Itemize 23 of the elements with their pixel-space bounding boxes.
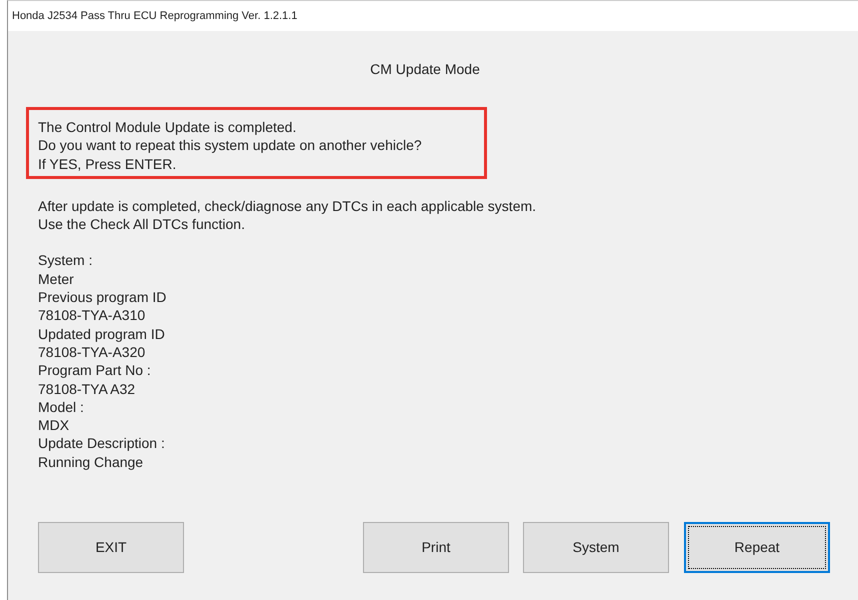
mode-heading: CM Update Mode bbox=[369, 60, 481, 79]
repeat-button[interactable]: Repeat bbox=[684, 522, 830, 573]
system-button[interactable]: System bbox=[523, 522, 669, 573]
message-line: The Control Module Update is completed. bbox=[38, 118, 298, 136]
instruction-line: Use the Check All DTCs function. bbox=[38, 215, 246, 234]
instruction-line: After update is completed, check/diagnose any DTCs in each applicable system. bbox=[38, 196, 538, 216]
detail-line: Update Description : bbox=[38, 434, 166, 453]
detail-line: Program Part No : bbox=[38, 361, 152, 380]
detail-line: Model : bbox=[38, 398, 85, 416]
detail-line: 78108-TYA-A310 bbox=[38, 306, 146, 325]
detail-line: 78108-TYA-A320 bbox=[38, 342, 146, 362]
message-line: If YES, Press ENTER. bbox=[38, 154, 178, 173]
print-button[interactable]: Print bbox=[363, 522, 509, 573]
exit-button[interactable]: EXIT bbox=[38, 522, 184, 573]
detail-line: 78108-TYA A32 bbox=[38, 380, 136, 398]
detail-line: Meter bbox=[38, 270, 75, 288]
detail-line: Previous program ID bbox=[38, 288, 168, 306]
detail-line: System : bbox=[38, 251, 94, 270]
detail-line: Updated program ID bbox=[38, 324, 166, 343]
detail-line: Running Change bbox=[38, 452, 144, 472]
window-title: Honda J2534 Pass Thru ECU Reprogramming Ver. 1.2.1.1 bbox=[8, 1, 858, 31]
message-line: Do you want to repeat this system update on another vehicle? bbox=[38, 136, 423, 155]
detail-line: MDX bbox=[38, 416, 70, 434]
